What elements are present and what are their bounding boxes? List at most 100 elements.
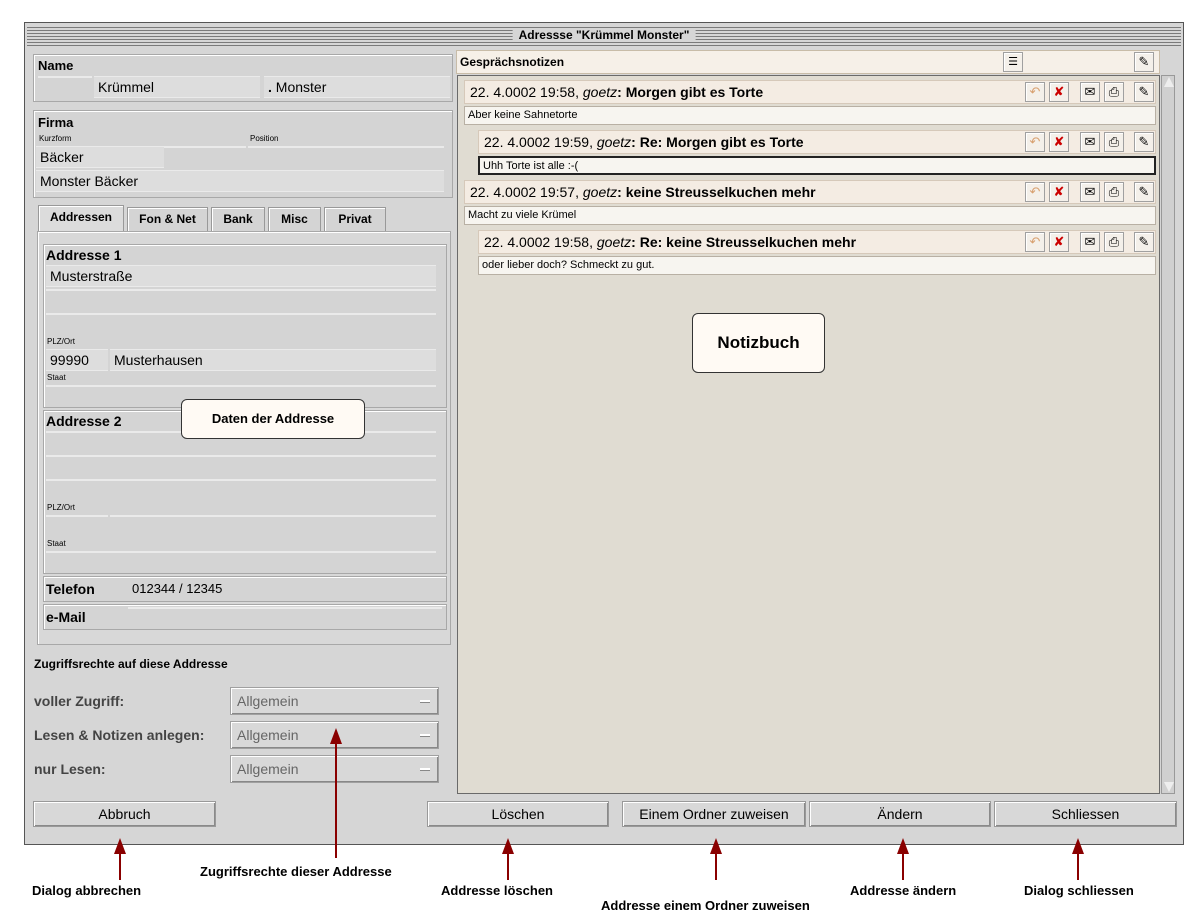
assign-folder-button[interactable]: Einem Ordner zuweisen (622, 801, 806, 827)
note-author: goetz (582, 184, 618, 200)
reply-icon[interactable]: ↶ (1025, 182, 1045, 202)
company-full-field[interactable]: Monster Bäcker (36, 170, 444, 192)
note-author: goetz (582, 84, 618, 100)
scroll-down-icon[interactable] (1164, 782, 1174, 792)
note-date: 22. 4.0002 19:58, (484, 234, 593, 250)
tab-misc[interactable]: Misc (268, 207, 321, 231)
address-1-line-1[interactable]: Musterstraße (46, 265, 436, 287)
note-body: Uhh Torte ist alle :-( (478, 156, 1156, 175)
edit-icon[interactable]: ✎ (1134, 52, 1154, 72)
name-title-field[interactable] (38, 76, 92, 78)
notes-scrollbar[interactable] (1161, 75, 1175, 794)
window-title: Adressse "Krümmel Monster" (512, 28, 696, 42)
note-body: Aber keine Sahnetorte (464, 106, 1156, 125)
annotation-cancel: Dialog abbrechen (32, 883, 142, 898)
delete-button[interactable]: Löschen (427, 801, 609, 827)
dropdown-icon (420, 768, 430, 771)
company-extra-field[interactable] (164, 146, 246, 148)
reply-icon[interactable]: ↶ (1025, 82, 1045, 102)
delete-x-icon[interactable]: ✘ (1049, 182, 1069, 202)
note-body: Macht zu viele Krümel (464, 206, 1156, 225)
access-full-select[interactable]: Allgemein (230, 687, 439, 715)
name-separator: . (268, 79, 272, 95)
address-2-zip-label: PLZ/Ort (47, 503, 76, 512)
mail-icon[interactable]: ✉ (1080, 132, 1100, 152)
reply-icon[interactable]: ↶ (1025, 232, 1045, 252)
address-1-city-field[interactable]: Musterhausen (110, 349, 436, 371)
address-2-label: Addresse 2 (46, 413, 122, 429)
access-full-value: Allgemein (237, 693, 299, 709)
delete-x-icon[interactable]: ✘ (1049, 232, 1069, 252)
address-data-callout: Daten der Addresse (181, 399, 365, 439)
address-1-line-2[interactable] (46, 289, 436, 291)
address-2-line-3[interactable] (46, 479, 436, 481)
tab-bank[interactable]: Bank (211, 207, 265, 231)
address-1-group: Addresse 1 Musterstraße PLZ/Ort 99990 Mu… (43, 244, 447, 408)
last-name-field[interactable]: . Monster (264, 76, 450, 98)
note-author: goetz (596, 234, 632, 250)
company-section: Firma Kurzform Position Bäcker Monster B… (33, 110, 453, 198)
phone-field[interactable]: 012344 / 12345 (128, 579, 442, 599)
last-name-value: Monster (275, 79, 327, 95)
scroll-up-icon[interactable] (1164, 77, 1174, 87)
address-2-state-label: Staat (47, 539, 66, 548)
annotation-close: Dialog schliessen (1024, 883, 1134, 898)
reply-icon[interactable]: ↶ (1025, 132, 1045, 152)
print-icon[interactable]: ⎙ (1104, 232, 1124, 252)
annotation-delete: Addresse löschen (441, 883, 553, 898)
name-section: Name Krümmel . Monster (33, 54, 453, 102)
email-group: e-Mail (43, 604, 447, 630)
short-form-label: Kurzform (39, 134, 72, 143)
delete-x-icon[interactable]: ✘ (1049, 132, 1069, 152)
annotation-change: Addresse ändern (850, 883, 957, 898)
mail-icon[interactable]: ✉ (1080, 182, 1100, 202)
cancel-button[interactable]: Abbruch (33, 801, 216, 827)
address-2-city-field[interactable] (110, 515, 436, 517)
edit-icon[interactable]: ✎ (1134, 232, 1154, 252)
print-icon[interactable]: ⎙ (1104, 82, 1124, 102)
access-read-only-value: Allgemein (237, 761, 299, 777)
arrow-line (507, 852, 509, 880)
note-date: 22. 4.0002 19:58, (470, 84, 579, 100)
mail-icon[interactable]: ✉ (1080, 82, 1100, 102)
edit-icon[interactable]: ✎ (1134, 182, 1154, 202)
annotation-rights: Zugriffsrechte dieser Addresse (200, 864, 392, 879)
close-button[interactable]: Schliessen (994, 801, 1177, 827)
arrow-line (1077, 852, 1079, 880)
address-2-zip-field[interactable] (46, 515, 108, 517)
address-1-line-3[interactable] (46, 313, 436, 315)
address-1-state-field[interactable] (46, 385, 436, 387)
address-1-label: Addresse 1 (46, 247, 122, 263)
access-full-label: voller Zugriff: (34, 693, 125, 709)
company-position-field[interactable] (248, 146, 444, 148)
access-read-only-label: nur Lesen: (34, 761, 106, 777)
edit-icon[interactable]: ✎ (1134, 82, 1154, 102)
address-1-zip-label: PLZ/Ort (47, 337, 76, 346)
mail-icon[interactable]: ✉ (1080, 232, 1100, 252)
tab-phone-net[interactable]: Fon & Net (127, 207, 208, 231)
notes-heading: Gesprächsnotizen (460, 55, 565, 69)
company-short-field[interactable]: Bäcker (36, 146, 164, 168)
title-bar[interactable]: Adressse "Krümmel Monster" (27, 25, 1181, 47)
tab-private[interactable]: Privat (324, 207, 386, 231)
address-2-line-2[interactable] (46, 455, 436, 457)
delete-x-icon[interactable]: ✘ (1049, 82, 1069, 102)
notes-header-bar: Gesprächsnotizen ☰ ✎ (456, 50, 1160, 74)
annotation-assign: Addresse einem Ordner zuweisen (601, 898, 810, 913)
email-field[interactable] (128, 607, 442, 609)
change-button[interactable]: Ändern (809, 801, 991, 827)
list-icon[interactable]: ☰ (1003, 52, 1023, 72)
access-read-notes-label: Lesen & Notizen anlegen: (34, 727, 205, 743)
note-body: oder lieber doch? Schmeckt zu gut. (478, 256, 1156, 275)
address-2-state-field[interactable] (46, 551, 436, 553)
arrow-line (902, 852, 904, 880)
note-title: Re: Morgen gibt es Torte (639, 134, 804, 150)
print-icon[interactable]: ⎙ (1104, 132, 1124, 152)
edit-icon[interactable]: ✎ (1134, 132, 1154, 152)
print-icon[interactable]: ⎙ (1104, 182, 1124, 202)
tab-addresses[interactable]: Addressen (38, 205, 124, 231)
first-name-field[interactable]: Krümmel (94, 76, 260, 98)
address-1-zip-field[interactable]: 99990 (46, 349, 108, 371)
note-title: Re: keine Streusselkuchen mehr (639, 234, 857, 250)
notebook-callout: Notizbuch (692, 313, 825, 373)
